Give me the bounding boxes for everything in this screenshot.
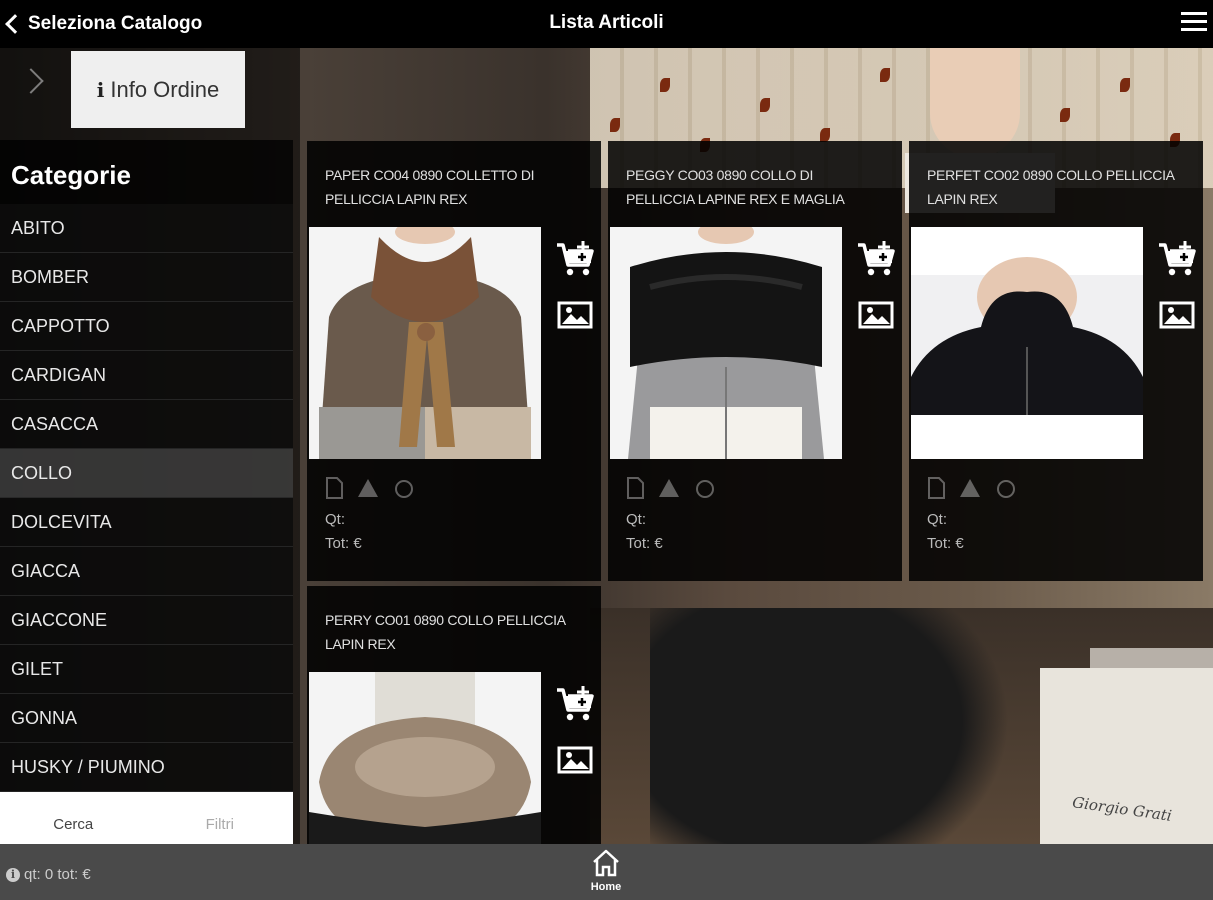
- chevron-left-icon: [5, 14, 25, 34]
- product-card[interactable]: PAPER CO04 0890 COLLETTO DI PELLICCIA LA…: [307, 141, 601, 581]
- home-label: Home: [590, 881, 622, 893]
- sidebar-title: Categorie: [0, 140, 293, 204]
- document-icon: [927, 477, 945, 504]
- total-label: Tot: €: [927, 535, 964, 552]
- quantity-label: Qt:: [927, 511, 948, 528]
- product-photo[interactable]: [309, 672, 541, 844]
- product-card[interactable]: PERRY CO01 0890 COLLO PELLICCIA LAPIN RE…: [307, 586, 601, 844]
- info-order-button[interactable]: i Info Ordine: [71, 51, 245, 128]
- background-leaf: [880, 68, 890, 82]
- total-label: Tot: €: [325, 535, 362, 552]
- background-leaf: [760, 98, 770, 112]
- add-to-cart-icon[interactable]: [856, 239, 896, 279]
- info-order-label: Info Ordine: [110, 76, 220, 102]
- tab-filters[interactable]: Filtri: [147, 792, 294, 844]
- category-item[interactable]: GIACCA: [0, 547, 293, 596]
- product-name: PERFET CO02 0890 COLLO PELLICCIA LAPIN R…: [927, 167, 1174, 207]
- quantity-label: Qt:: [626, 511, 647, 528]
- order-summary: i qt: 0 tot: €: [6, 866, 91, 883]
- product-name: PERRY CO01 0890 COLLO PELLICCIA LAPIN RE…: [325, 612, 565, 652]
- category-item[interactable]: CASACCA: [0, 400, 293, 449]
- product-name: PAPER CO04 0890 COLLETTO DI PELLICCIA LA…: [325, 167, 535, 207]
- background-leaf: [660, 78, 670, 92]
- back-button-label: Seleziona Catalogo: [28, 13, 203, 34]
- warning-icon: [658, 477, 680, 504]
- category-item[interactable]: GILET: [0, 645, 293, 694]
- warning-icon: [959, 477, 981, 504]
- product-photo[interactable]: [309, 227, 541, 459]
- product-name: PEGGY CO03 0890 COLLO DI PELLICCIA LAPIN…: [626, 167, 845, 207]
- category-item[interactable]: BOMBER: [0, 253, 293, 302]
- product-photo[interactable]: [911, 227, 1143, 459]
- quantity-label: Qt:: [325, 511, 346, 528]
- order-summary-text: qt: 0 tot: €: [24, 866, 91, 883]
- image-gallery-icon[interactable]: [555, 740, 595, 780]
- tag-icon: [995, 477, 1017, 504]
- background-seated-model: [650, 608, 1010, 844]
- category-item[interactable]: GIACCONE: [0, 596, 293, 645]
- category-item[interactable]: DOLCEVITA: [0, 498, 293, 547]
- status-icons: [927, 477, 1017, 504]
- add-to-cart-icon[interactable]: [555, 239, 595, 279]
- background-leaf: [1120, 78, 1130, 92]
- status-icons: [325, 477, 415, 504]
- home-icon: [593, 849, 619, 877]
- back-button[interactable]: Seleziona Catalogo: [4, 10, 202, 38]
- bottom-bar: i qt: 0 tot: € Home: [0, 844, 1213, 900]
- category-item[interactable]: GONNA: [0, 694, 293, 743]
- category-sidebar: Categorie ABITO BOMBER CAPPOTTO CARDIGAN…: [0, 140, 293, 844]
- background-leaf: [610, 118, 620, 132]
- category-item[interactable]: CAPPOTTO: [0, 302, 293, 351]
- category-item[interactable]: HUSKY / PIUMINO: [0, 743, 293, 792]
- add-to-cart-icon[interactable]: [1157, 239, 1197, 279]
- image-gallery-icon[interactable]: [555, 295, 595, 335]
- document-icon: [325, 477, 343, 504]
- home-button[interactable]: Home: [584, 848, 628, 898]
- product-photo[interactable]: [610, 227, 842, 459]
- tag-icon: [694, 477, 716, 504]
- background-leaf: [1060, 108, 1070, 122]
- background-leaf: [820, 128, 830, 142]
- info-icon: i: [96, 77, 105, 102]
- info-icon: i: [6, 867, 20, 882]
- warning-icon: [357, 477, 379, 504]
- add-to-cart-icon[interactable]: [555, 684, 595, 724]
- top-bar: Seleziona Catalogo Lista Articoli: [0, 0, 1213, 48]
- category-item-selected[interactable]: COLLO: [0, 449, 293, 498]
- sidebar-tabs: Cerca Filtri: [0, 792, 293, 844]
- category-item[interactable]: CARDIGAN: [0, 351, 293, 400]
- tab-search[interactable]: Cerca: [0, 792, 147, 844]
- product-card[interactable]: PEGGY CO03 0890 COLLO DI PELLICCIA LAPIN…: [608, 141, 902, 581]
- category-item[interactable]: ABITO: [0, 204, 293, 253]
- hamburger-icon[interactable]: [1181, 12, 1207, 34]
- image-gallery-icon[interactable]: [856, 295, 896, 335]
- product-card[interactable]: PERFET CO02 0890 COLLO PELLICCIA LAPIN R…: [909, 141, 1203, 581]
- tag-icon: [393, 477, 415, 504]
- document-icon: [626, 477, 644, 504]
- total-label: Tot: €: [626, 535, 663, 552]
- status-icons: [626, 477, 716, 504]
- image-gallery-icon[interactable]: [1157, 295, 1197, 335]
